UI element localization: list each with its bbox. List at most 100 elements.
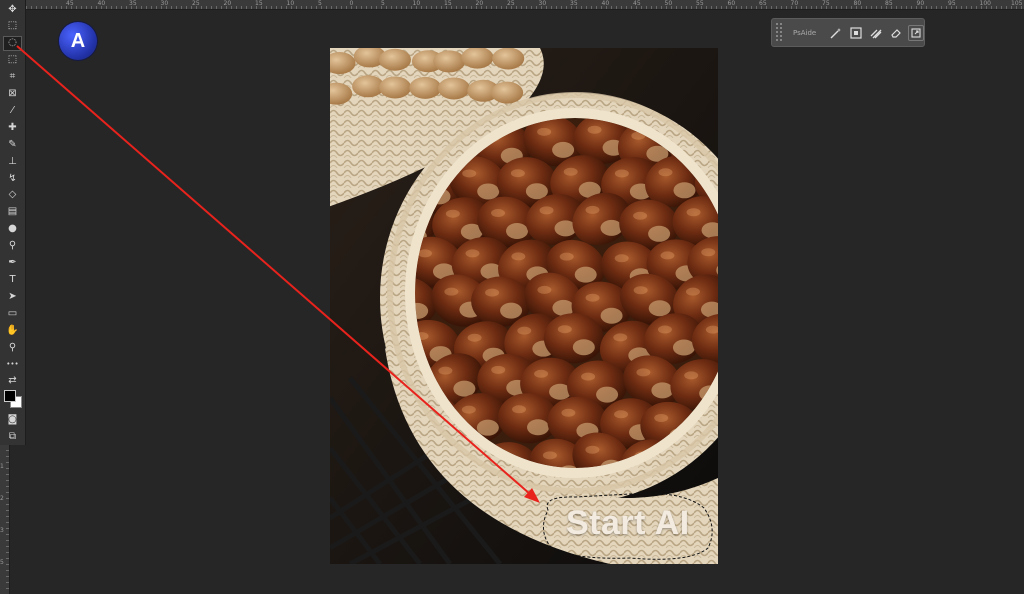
ruler-number: 105 xyxy=(1011,0,1023,7)
blur-icon: ● xyxy=(8,223,17,235)
ruler-number: 95 xyxy=(948,0,956,7)
move-tool[interactable]: ✥ xyxy=(3,2,22,17)
ruler-number: 45 xyxy=(66,0,74,7)
gradient-tool[interactable]: ▤ xyxy=(3,205,22,220)
ruler-number: 85 xyxy=(885,0,893,7)
more-tools[interactable]: ••• xyxy=(3,357,22,372)
hand-icon: ✋ xyxy=(6,324,19,336)
ruler-number: 3 xyxy=(0,527,4,534)
pen-tool[interactable]: ✒ xyxy=(3,256,22,271)
peanut xyxy=(491,81,524,104)
ruler-number: 65 xyxy=(759,0,767,7)
zoom-icon: ⚲ xyxy=(8,341,17,353)
pen-icon: ✒ xyxy=(8,257,17,268)
blur-tool[interactable]: ● xyxy=(3,222,22,237)
brush-tool[interactable]: ✎ xyxy=(3,137,22,152)
quick-mask-tool[interactable]: ◙ xyxy=(3,412,22,427)
ruler-number: 35 xyxy=(129,0,137,7)
ruler-number: 35 xyxy=(570,0,578,7)
dodge-icon: ⚲ xyxy=(8,240,17,252)
ruler-number: 10 xyxy=(412,0,421,7)
zoom-tool[interactable]: ⚲ xyxy=(3,340,22,355)
ruler-number: 30 xyxy=(160,0,169,7)
marquee-tool[interactable]: ⬚ xyxy=(3,19,22,34)
object-select-icon: ⬚ xyxy=(7,54,18,66)
rectangle-tool[interactable]: ▭ xyxy=(3,306,22,321)
ruler-number: 40 xyxy=(601,0,610,7)
healing-icon: ✚ xyxy=(8,121,17,133)
canvas-photo[interactable] xyxy=(330,48,718,564)
ruler-number: 15 xyxy=(255,0,263,7)
ruler-number: 2 xyxy=(0,495,4,502)
select-subject-button[interactable] xyxy=(848,25,864,41)
ruler-number: 1 xyxy=(0,463,4,470)
eraser-icon xyxy=(891,28,901,38)
swap-colors-icon: ⇄ xyxy=(8,375,17,387)
select-subject-icon xyxy=(850,26,862,39)
eraser-button[interactable] xyxy=(888,25,904,41)
app-logo-icon[interactable]: A xyxy=(59,22,97,60)
stamp-icon: ⊥ xyxy=(8,155,17,167)
ruler-number: 70 xyxy=(790,0,799,7)
ruler-number: 5 xyxy=(0,559,4,566)
ruler-number: 80 xyxy=(853,0,862,7)
expand-icon xyxy=(911,27,921,38)
eyedropper-tool[interactable]: ⁄ xyxy=(3,103,22,118)
eyedropper-icon: ⁄ xyxy=(11,104,14,116)
more-icon: ••• xyxy=(6,359,19,368)
ruler-number: 25 xyxy=(507,0,515,7)
dodge-tool[interactable]: ⚲ xyxy=(3,239,22,254)
history-brush-tool[interactable]: ↯ xyxy=(3,171,22,186)
lasso-icon: ◌ xyxy=(8,37,17,49)
quick-mask-icon: ◙ xyxy=(7,413,18,425)
ruler-number: 75 xyxy=(822,0,830,7)
hand-tool[interactable]: ✋ xyxy=(3,323,22,338)
ruler-number: 25 xyxy=(192,0,200,7)
eraser-icon: ◇ xyxy=(8,189,17,201)
ruler-number: 55 xyxy=(696,0,704,7)
ruler-number: 90 xyxy=(916,0,925,7)
crop-icon: ⌗ xyxy=(9,71,16,83)
stripes-icon xyxy=(870,29,882,38)
peanut xyxy=(378,48,411,71)
marquee-icon: ⬚ xyxy=(7,20,18,32)
screen-mode-tool[interactable]: ⧉ xyxy=(3,429,22,444)
frame-icon: ⊠ xyxy=(8,88,17,99)
lasso-tool[interactable]: ◌ xyxy=(3,35,22,51)
stripes-button[interactable] xyxy=(868,25,884,41)
magic-wand-icon xyxy=(830,27,842,38)
plugin-title: PsAide xyxy=(792,28,817,37)
type-tool[interactable]: T xyxy=(3,272,22,287)
peanut xyxy=(409,76,442,99)
path-selection-icon: ➤ xyxy=(8,290,17,302)
eraser-tool[interactable]: ◇ xyxy=(3,188,22,203)
psaide-plugin-panel: PsAide xyxy=(771,18,925,47)
ruler-number: 0 xyxy=(349,0,354,7)
brush-icon: ✎ xyxy=(8,138,17,150)
swap-colors[interactable]: ⇄ xyxy=(3,374,22,389)
expand-button[interactable] xyxy=(908,24,924,41)
ruler-number: 60 xyxy=(727,0,736,7)
foreground-color-swatch[interactable] xyxy=(4,390,16,402)
frame-tool[interactable]: ⊠ xyxy=(3,87,22,102)
ruler-number: 100 xyxy=(979,0,991,7)
logo-letter: A xyxy=(70,29,86,52)
crop-tool[interactable]: ⌗ xyxy=(3,70,22,85)
rectangle-icon: ▭ xyxy=(7,307,18,319)
path-selection-tool[interactable]: ➤ xyxy=(3,289,22,304)
ruler-number: 45 xyxy=(633,0,641,7)
type-icon: T xyxy=(9,273,16,285)
peanut xyxy=(437,77,470,100)
ruler-number: 30 xyxy=(538,0,547,7)
peanut xyxy=(379,76,412,99)
ruler-number: 10 xyxy=(286,0,295,7)
peanut xyxy=(433,50,466,73)
move-icon: ✥ xyxy=(8,3,17,15)
chestnut-basket-photo xyxy=(330,48,718,564)
healing-brush-tool[interactable]: ✚ xyxy=(3,120,22,135)
clone-stamp-tool[interactable]: ⊥ xyxy=(3,154,22,169)
start-ai-text: Start AI xyxy=(566,504,690,542)
object-select-tool[interactable]: ⬚ xyxy=(3,53,22,68)
drag-grip-icon[interactable] xyxy=(775,22,783,43)
magic-wand-button[interactable] xyxy=(828,25,844,41)
